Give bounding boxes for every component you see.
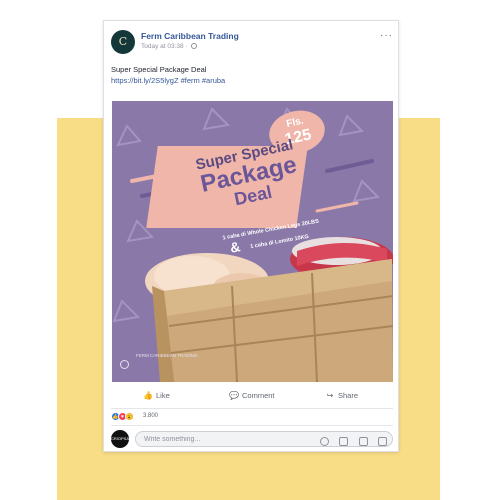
- post-timestamp[interactable]: Today at 03:38 ·: [141, 43, 188, 50]
- camera-icon[interactable]: [339, 437, 349, 446]
- thumbs-up-icon: 👍: [143, 391, 153, 400]
- facebook-post-card: C Ferm Caribbean Trading Today at 03:38 …: [103, 20, 399, 452]
- ad-artwork: [112, 107, 393, 382]
- comment-tools: [314, 433, 387, 446]
- post-meta: Today at 03:38 ·: [141, 43, 198, 50]
- comment-icon: 💬: [229, 391, 239, 400]
- page-avatar[interactable]: C: [111, 30, 135, 54]
- commenter-avatar[interactable]: CRIOPSA: [111, 430, 129, 448]
- post-body: Super Special Package Deal https://bit.l…: [111, 64, 225, 86]
- brand-logo-text: FERM CARIBBEAN TRADING: [136, 353, 198, 358]
- comment-button[interactable]: 💬 Comment: [229, 387, 275, 405]
- stage: C Ferm Caribbean Trading Today at 03:38 …: [0, 0, 500, 500]
- ad-image[interactable]: Fls. 125 Super Special Package Deal 1 ca…: [112, 101, 393, 382]
- more-options-icon[interactable]: ···: [380, 30, 393, 41]
- brand-circle-icon: [120, 360, 129, 369]
- divider-bottom: [111, 425, 393, 426]
- comment-composer: CRIOPSA: [111, 430, 393, 448]
- gif-icon[interactable]: [358, 437, 368, 446]
- post-actions-bar: 👍 Like 💬 Comment ↪ Share: [111, 387, 393, 405]
- globe-icon: [191, 43, 198, 49]
- post-message: Super Special Package Deal: [111, 65, 207, 74]
- emoji-icon[interactable]: [319, 437, 329, 446]
- like-button[interactable]: 👍 Like: [143, 387, 170, 405]
- page-name-link[interactable]: Ferm Caribbean Trading: [141, 31, 239, 41]
- post-header: C Ferm Caribbean Trading Today at 03:38 …: [111, 30, 393, 58]
- share-label: Share: [338, 391, 359, 400]
- reaction-count[interactable]: 3.800: [143, 413, 158, 419]
- share-button[interactable]: ↪ Share: [325, 387, 358, 405]
- share-icon: ↪: [326, 391, 334, 400]
- comment-label: Comment: [242, 391, 275, 400]
- wow-reaction-icon: 😮: [125, 412, 134, 421]
- divider-top: [111, 408, 393, 409]
- post-link[interactable]: https://bit.ly/2S5lygZ #ferm #aruba: [111, 75, 225, 86]
- sticker-icon[interactable]: [378, 437, 387, 446]
- like-label: Like: [156, 391, 170, 400]
